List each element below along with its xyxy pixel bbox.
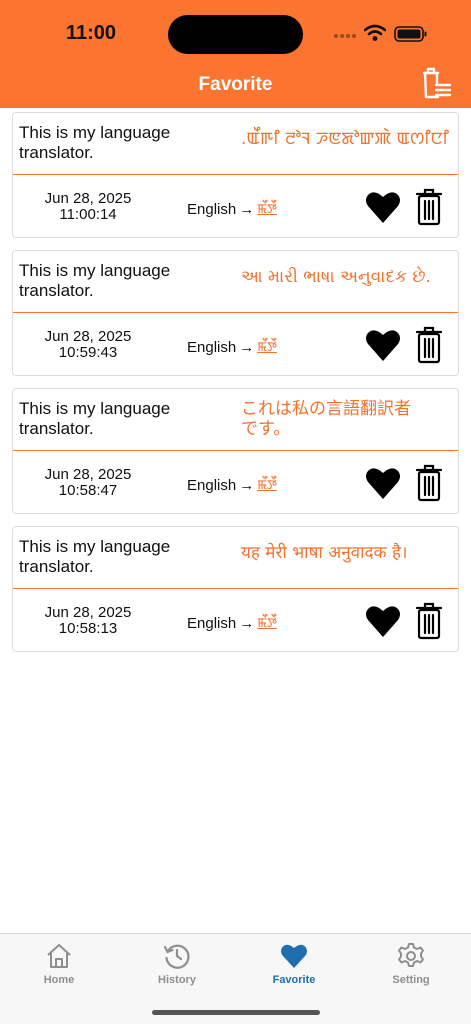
status-time: 11:00: [66, 22, 117, 44]
heart-icon[interactable]: [365, 603, 401, 639]
favorite-card: This is my language translator. これは私の言語翻…: [12, 388, 459, 514]
card-text-row: This is my language translator. यह मेरी …: [13, 527, 458, 589]
heart-icon[interactable]: [365, 327, 401, 363]
tab-label: History: [158, 974, 196, 986]
signal-icon: [334, 34, 356, 38]
home-indicator: [152, 1010, 320, 1015]
app-header: 11:00 Favorite: [0, 0, 471, 108]
time-text: 10:58:13: [58, 620, 118, 637]
tab-setting[interactable]: Setting: [352, 942, 470, 992]
timestamp: Jun 28, 2025 10:59:43: [21, 329, 155, 361]
from-language: English: [187, 614, 237, 632]
translated-text: यह मेरी भाषा अनुवादक है।: [241, 543, 408, 563]
translated-text: これは私の言語翻訳者です。: [241, 399, 411, 439]
tab-home[interactable]: Home: [0, 942, 118, 992]
gear-icon: [398, 943, 424, 967]
source-text: This is my language translator.: [19, 123, 171, 162]
date-text: Jun 28, 2025: [44, 466, 132, 483]
trash-icon[interactable]: [415, 602, 443, 640]
dynamic-island: [168, 15, 303, 54]
tab-label: Favorite: [272, 974, 316, 986]
language-pair: English → ꯃꯩꯇꯩ: [187, 200, 277, 218]
language-pair: English → ꯃꯩꯇꯩ: [187, 614, 277, 632]
tab-history[interactable]: History: [118, 942, 236, 992]
home-icon: [47, 944, 71, 968]
timestamp: Jun 28, 2025 11:00:14: [21, 191, 155, 223]
translated-text: .ꯑꯩꯒꯤ ꯂꯣꯜ ꯍꯟꯗꯣꯛꯄꯥ ꯑꯁꯤꯅꯤ: [241, 129, 449, 149]
from-language: English: [187, 476, 237, 494]
time-text: 10:59:43: [58, 344, 118, 361]
tab-label: Setting: [392, 974, 430, 986]
battery-icon: [394, 26, 427, 42]
arrow: →: [239, 614, 255, 632]
source-text: This is my language translator.: [19, 261, 171, 300]
date-text: Jun 28, 2025: [44, 328, 132, 345]
to-language: ꯃꯩꯇꯩ: [257, 616, 277, 631]
arrow: →: [239, 476, 255, 494]
heart-icon[interactable]: [365, 465, 401, 501]
tab-favorite[interactable]: Favorite: [235, 942, 353, 992]
arrow: →: [239, 200, 255, 218]
trash-icon[interactable]: [415, 188, 443, 226]
card-text-row: This is my language translator. .ꯑꯩꯒꯤ ꯂꯣ…: [13, 113, 458, 175]
source-text: This is my language translator.: [19, 399, 171, 438]
to-language: ꯃꯩꯇꯩ: [257, 202, 277, 217]
to-language: ꯃꯩꯇꯩ: [257, 340, 277, 355]
tab-label: Home: [43, 974, 75, 986]
clear-all-icon[interactable]: [416, 64, 454, 102]
to-language: ꯃꯩꯇꯩ: [257, 478, 277, 493]
date-text: Jun 28, 2025: [44, 190, 132, 207]
arrow: →: [239, 338, 255, 356]
translated-text: આ મારી ભાષા અનુવાદક છે.: [241, 267, 431, 287]
from-language: English: [187, 200, 237, 218]
card-text-row: This is my language translator. આ મારી ભ…: [13, 251, 458, 313]
favorite-card: This is my language translator. .ꯑꯩꯒꯤ ꯂꯣ…: [12, 112, 459, 238]
from-language: English: [187, 338, 237, 356]
language-pair: English → ꯃꯩꯇꯩ: [187, 338, 277, 356]
language-pair: English → ꯃꯩꯇꯩ: [187, 476, 277, 494]
favorite-card: This is my language translator. આ મારી ભ…: [12, 250, 459, 376]
page-title: Favorite: [198, 74, 273, 95]
time-text: 11:00:14: [59, 206, 117, 223]
favorite-card: This is my language translator. यह मेरी …: [12, 526, 459, 652]
source-text: This is my language translator.: [19, 537, 171, 576]
heart-icon[interactable]: [365, 189, 401, 225]
trash-icon[interactable]: [415, 464, 443, 502]
heart-icon: [281, 944, 307, 968]
history-icon: [163, 944, 190, 969]
timestamp: Jun 28, 2025 10:58:13: [21, 605, 155, 637]
time-text: 10:58:47: [58, 482, 118, 499]
date-text: Jun 28, 2025: [44, 604, 132, 621]
timestamp: Jun 28, 2025 10:58:47: [21, 467, 155, 499]
card-text-row: This is my language translator. これは私の言語翻…: [13, 389, 458, 451]
trash-icon[interactable]: [415, 326, 443, 364]
wifi-icon: [364, 24, 386, 41]
